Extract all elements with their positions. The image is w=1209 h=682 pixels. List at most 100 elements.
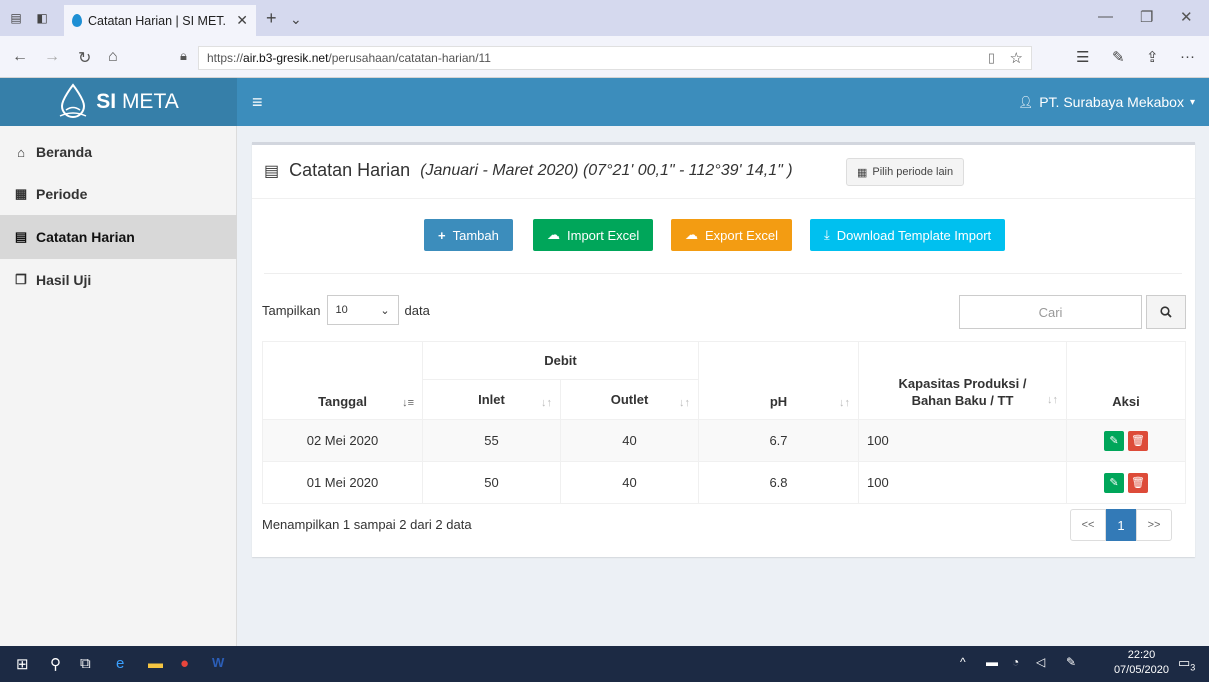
favorite-star-icon[interactable]: ☆ <box>1010 49 1023 67</box>
sort-icon: ↓↑ <box>541 397 552 409</box>
page-length-control: Tampilkan 10 ⌄ data <box>262 295 430 325</box>
forward-icon[interactable]: → <box>44 48 60 66</box>
column-tanggal[interactable]: Tanggal ↓≡ <box>262 341 423 420</box>
chevron-down-icon: ⌄ <box>380 304 390 317</box>
document-icon: ▤ <box>14 229 28 244</box>
pen-workspace-icon[interactable]: ✎ <box>1066 655 1076 669</box>
water-drop-favicon-icon <box>72 14 82 27</box>
download-template-button[interactable]: ⤓ Download Template Import <box>810 219 1006 251</box>
close-tab-icon[interactable]: ✕ <box>236 12 248 29</box>
sidebar-item-label: Catatan Harian <box>36 229 135 245</box>
back-icon[interactable]: ← <box>12 48 28 66</box>
calendar-icon: ▦ <box>857 166 868 179</box>
cell-tanggal: 02 Mei 2020 <box>262 419 423 462</box>
column-group-debit: Debit <box>422 341 699 380</box>
sort-icon: ↓↑ <box>1047 394 1058 406</box>
url-field[interactable]: https://air.b3-gresik.net/perusahaan/cat… <box>198 46 1032 70</box>
column-inlet-label: Inlet <box>478 392 505 407</box>
home-icon[interactable]: ⌂ <box>108 48 118 66</box>
user-name: PT. Surabaya Mekabox <box>1039 94 1184 110</box>
pagination-page-1[interactable]: 1 <box>1106 509 1136 541</box>
sidebar-item-beranda[interactable]: ⌂ Beranda <box>0 130 237 174</box>
windows-start-icon[interactable]: ⊞ <box>16 655 29 673</box>
tab-list-chevron-icon[interactable]: ⌄ <box>290 11 302 28</box>
url-prefix: https:// <box>207 51 244 65</box>
page-title-text: Catatan Harian <box>289 160 411 180</box>
cell-kapasitas: 100 <box>858 461 1067 504</box>
sidebar-item-hasil-uji[interactable]: ❐ Hasil Uji <box>0 258 237 302</box>
more-icon[interactable]: ··· <box>1180 48 1195 65</box>
reading-view-icon[interactable]: ▯ <box>988 50 995 66</box>
minimize-icon[interactable]: — <box>1098 8 1113 25</box>
new-tab-icon[interactable]: + <box>266 8 277 29</box>
pagination: << 1 >> <box>1070 509 1172 541</box>
show-hidden-icons-chevron-icon[interactable]: ^ <box>960 655 966 669</box>
share-icon[interactable]: ⇪ <box>1146 48 1159 66</box>
document-icon: ▤ <box>264 162 280 180</box>
sidebar-item-catatan-harian[interactable]: ▤ Catatan Harian <box>0 215 237 259</box>
search-input[interactable]: Cari <box>959 295 1142 329</box>
column-ph[interactable]: pH ↓↑ <box>698 341 859 420</box>
system-clock[interactable]: 22:20 07/05/2020 <box>1114 648 1169 678</box>
tambah-button[interactable]: + Tambah <box>424 219 513 251</box>
refresh-icon[interactable]: ↻ <box>78 48 91 68</box>
choose-period-label: Pilih periode lain <box>872 166 954 178</box>
notification-center-icon[interactable]: ▭3 <box>1178 655 1195 673</box>
column-inlet[interactable]: Inlet ↓↑ <box>422 379 561 420</box>
battery-icon[interactable]: ▬ <box>986 655 998 669</box>
import-label: Import Excel <box>567 227 640 243</box>
column-outlet[interactable]: Outlet ↓↑ <box>560 379 699 420</box>
sidebar-toggle-icon[interactable]: ≡ <box>252 92 263 113</box>
search-icon <box>1160 306 1172 318</box>
length-label: Tampilkan <box>262 302 321 318</box>
cell-ph: 6.8 <box>698 461 859 504</box>
page-subtitle: (Januari - Maret 2020) (07°21' 00,1" - 1… <box>420 161 793 179</box>
cell-aksi: ✎ 🗑︎ <box>1066 461 1186 504</box>
export-excel-button[interactable]: ☁ Export Excel <box>671 219 792 251</box>
restore-icon[interactable]: ❐ <box>1140 8 1153 26</box>
logo-text: META <box>116 90 179 113</box>
browser-tab-bar: ▤ ◧ Catatan Harian | SI MET. ✕ + ⌄ — ❐ ✕ <box>0 0 1209 36</box>
url-domain: air.b3-gresik.net <box>243 51 329 65</box>
browser-tab[interactable]: Catatan Harian | SI MET. ✕ <box>64 5 256 36</box>
favorites-list-icon[interactable]: ☰ <box>1076 48 1089 66</box>
pagination-next[interactable]: >> <box>1136 509 1172 541</box>
edit-pencil-icon[interactable]: ✎ <box>1104 430 1124 451</box>
notification-count: 3 <box>1190 662 1196 673</box>
file-explorer-icon[interactable]: ▬ <box>148 655 163 672</box>
column-kapasitas-label-line2: Bahan Baku / TT <box>911 393 1014 408</box>
sort-icon: ↓↑ <box>839 397 850 409</box>
delete-trash-icon[interactable]: 🗑︎ <box>1128 472 1148 493</box>
edge-browser-icon[interactable]: e <box>116 655 124 672</box>
column-kapasitas-label-line1: Kapasitas Produksi / <box>898 376 1027 391</box>
cell-inlet: 50 <box>422 461 561 504</box>
download-label: Download Template Import <box>836 227 992 243</box>
pen-notes-icon[interactable]: ✎ <box>1112 48 1125 66</box>
page-length-select[interactable]: 10 ⌄ <box>326 295 399 325</box>
search-icon[interactable]: ⚲ <box>50 655 61 673</box>
tab-actions-icon[interactable]: ▤ <box>8 10 24 26</box>
column-kapasitas[interactable]: Kapasitas Produksi / Bahan Baku / TT ↓↑ <box>858 341 1067 420</box>
edit-pencil-icon[interactable]: ✎ <box>1104 472 1124 493</box>
home-icon: ⌂ <box>17 144 25 160</box>
volume-icon[interactable]: ◁ <box>1036 655 1045 669</box>
export-label: Export Excel <box>705 227 778 243</box>
search-button[interactable] <box>1146 295 1186 329</box>
column-tanggal-label: Tanggal <box>318 394 367 409</box>
task-view-icon[interactable]: ⧉ <box>80 655 91 672</box>
wifi-icon[interactable]: ◔ <box>1012 655 1019 669</box>
pagination-prev[interactable]: << <box>1070 509 1106 541</box>
set-tabs-aside-icon[interactable]: ◧ <box>34 10 50 26</box>
table-info: Menampilkan 1 sampai 2 dari 2 data <box>262 517 472 532</box>
import-excel-button[interactable]: ☁ Import Excel <box>533 219 654 251</box>
word-icon[interactable]: W <box>212 655 224 670</box>
delete-trash-icon[interactable]: 🗑︎ <box>1128 430 1148 451</box>
app-logo[interactable]: SI META <box>0 78 237 126</box>
column-outlet-label: Outlet <box>610 392 649 407</box>
sidebar-item-periode[interactable]: ▦ Periode <box>0 172 237 216</box>
close-window-icon[interactable]: ✕ <box>1180 8 1193 26</box>
choose-period-button[interactable]: ▦ Pilih periode lain <box>846 158 965 186</box>
chrome-icon[interactable]: ● <box>180 655 189 672</box>
user-menu[interactable]: 👤︎ PT. Surabaya Mekabox ▾ <box>1018 94 1195 110</box>
lock-icon: 🔒︎ <box>180 48 187 63</box>
